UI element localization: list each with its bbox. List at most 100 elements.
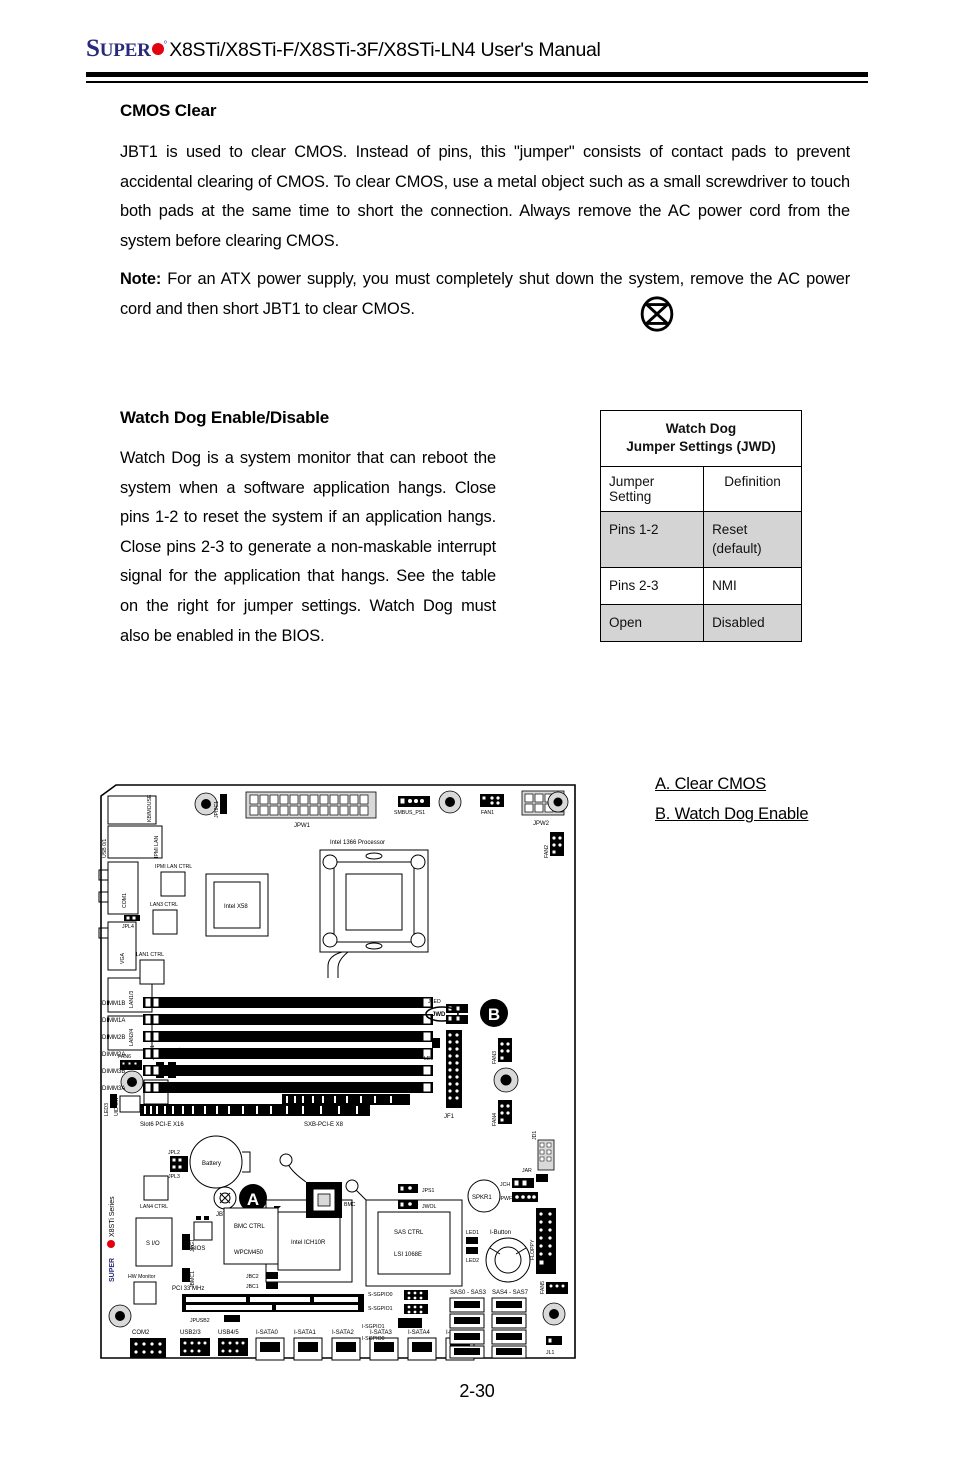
svg-text:IPMI LAN CTRL: IPMI LAN CTRL bbox=[155, 864, 192, 870]
svg-text:JF1: JF1 bbox=[444, 1114, 455, 1120]
svg-text:JPL3: JPL3 bbox=[168, 1174, 180, 1180]
svg-text:COM1: COM1 bbox=[122, 893, 128, 908]
connector-usb45: USB4/5 bbox=[218, 1330, 248, 1356]
svg-text:JWD: JWD bbox=[432, 1012, 446, 1018]
component-battery: Battery bbox=[189, 1135, 251, 1189]
chip-sas-ctrl: SAS CTRL LSI 1068E bbox=[345, 1179, 463, 1287]
connector-jled-jwd: JLED JWD bbox=[425, 999, 468, 1024]
connector-jpw1: JPW1 bbox=[245, 791, 377, 829]
svg-text:WPCM450: WPCM450 bbox=[234, 1250, 264, 1256]
svg-text:JL1: JL1 bbox=[546, 1350, 554, 1356]
svg-text:FAN2: FAN2 bbox=[544, 845, 550, 858]
page-title: X8STi/X8STi-F/X8STi-3F/X8STi-LN4 User's … bbox=[169, 39, 601, 61]
uid-button bbox=[119, 1095, 141, 1113]
table-row: Pins 1-2 Reset (default) bbox=[599, 511, 802, 568]
connector-usb23: USB2/3 bbox=[180, 1330, 210, 1356]
svg-text:VGA: VGA bbox=[120, 953, 126, 964]
dimm-slot: DIMM3A bbox=[102, 1082, 433, 1093]
hourglass-icon bbox=[640, 296, 674, 332]
svg-text:SAS CTRL: SAS CTRL bbox=[394, 1230, 424, 1236]
svg-text:I-SATA4: I-SATA4 bbox=[408, 1330, 430, 1336]
svg-text:FAN4: FAN4 bbox=[492, 1113, 498, 1126]
definition-default: (default) bbox=[712, 541, 762, 556]
motherboard-svg: .bl { fill:none; stroke:#000; stroke-wid… bbox=[98, 784, 576, 1361]
connector-fan4: FAN4 bbox=[492, 1100, 512, 1126]
connector-smbus-ps1: SMBUS_PS1 bbox=[394, 796, 430, 816]
svg-text:JBC1: JBC1 bbox=[246, 1284, 259, 1290]
connector-isata0: I-SATA0 bbox=[255, 1330, 285, 1361]
dimm-slot: DIMM3B bbox=[102, 1065, 433, 1076]
legend-item-b: B. Watch Dog Enable bbox=[655, 805, 809, 824]
svg-text:SPKR1: SPKR1 bbox=[472, 1195, 492, 1201]
svg-text:S I/O: S I/O bbox=[146, 1241, 160, 1247]
svg-text:I-SGPIO0: I-SGPIO0 bbox=[362, 1336, 385, 1342]
note-text: For an ATX power supply, you must comple… bbox=[120, 270, 850, 318]
svg-text:LAN1 CTRL: LAN1 CTRL bbox=[136, 952, 164, 958]
svg-text:KB/MOUSE: KB/MOUSE bbox=[147, 794, 153, 822]
svg-text:JPS1: JPS1 bbox=[422, 1188, 435, 1194]
connector-jpi2c1: JPI2C1 bbox=[194, 792, 227, 818]
connector-com2: COM2 bbox=[130, 1330, 166, 1358]
watchdog-heading: Watch Dog Enable/Disable bbox=[120, 408, 329, 427]
svg-text:Slot6 PCI-E X16: Slot6 PCI-E X16 bbox=[140, 1122, 184, 1128]
connector-isata3: I-SATA3 bbox=[369, 1330, 399, 1361]
svg-text:JPW2: JPW2 bbox=[533, 821, 550, 827]
logo-super-text: SUPER bbox=[86, 35, 151, 62]
svg-text:FAN3: FAN3 bbox=[492, 1051, 498, 1064]
svg-text:DIMM2A: DIMM2A bbox=[102, 1052, 125, 1058]
svg-text:LED1: LED1 bbox=[466, 1230, 479, 1236]
dimm-slot: DIMM1B bbox=[102, 997, 433, 1008]
svg-text:JPL4: JPL4 bbox=[122, 924, 134, 930]
component-i-button: I-Button bbox=[485, 1230, 531, 1283]
row-setting: Pins 2-3 bbox=[599, 567, 705, 605]
board-series-label: X8STi Series bbox=[109, 1196, 116, 1237]
component-spkr1: SPKR1 bbox=[467, 1179, 501, 1213]
logo-red-dot bbox=[151, 43, 164, 55]
svg-text:COM2: COM2 bbox=[132, 1330, 150, 1336]
svg-text:DIMM1B: DIMM1B bbox=[102, 1001, 125, 1007]
table-row: Open Disabled bbox=[599, 604, 802, 642]
svg-text:JPL2: JPL2 bbox=[168, 1150, 180, 1156]
svg-text:JLED: JLED bbox=[428, 999, 441, 1005]
svg-text:JCH: JCH bbox=[500, 1182, 510, 1188]
legend-a-label: A. Clear CMOS bbox=[655, 775, 767, 793]
connector-jps1: JPS1 bbox=[398, 1184, 435, 1194]
connector-jpl3: JPL2 JPL3 bbox=[168, 1150, 188, 1180]
svg-text:I-SATA1: I-SATA1 bbox=[294, 1330, 316, 1336]
svg-text:LSI 1068E: LSI 1068E bbox=[394, 1252, 422, 1258]
svg-text:I-SATA0: I-SATA0 bbox=[256, 1330, 278, 1336]
table-row: Pins 2-3 NMI bbox=[599, 567, 802, 605]
svg-text:DIMM3A: DIMM3A bbox=[102, 1086, 125, 1092]
column-header-setting: Jumper Setting bbox=[599, 466, 705, 512]
svg-text:LAN3 CTRL: LAN3 CTRL bbox=[150, 902, 178, 908]
svg-text:DIMM2B: DIMM2B bbox=[102, 1035, 125, 1041]
connector-jl1: JL1 bbox=[546, 1336, 562, 1356]
logo-trademark: ° bbox=[163, 39, 168, 49]
svg-text:LAN1/3: LAN1/3 bbox=[129, 991, 135, 1008]
svg-text:LAN4 CTRL: LAN4 CTRL bbox=[140, 1204, 168, 1210]
watchdog-jumper-table: Watch Dog Jumper Settings (JWD) Jumper S… bbox=[599, 410, 802, 642]
note-label: Note: bbox=[120, 270, 162, 288]
connector-jd1: JD1 bbox=[532, 1131, 555, 1171]
svg-text:HW Monitor: HW Monitor bbox=[128, 1274, 156, 1280]
board-series-brand: SUPER bbox=[109, 1258, 116, 1282]
svg-text:Intel X58: Intel X58 bbox=[224, 904, 248, 910]
connector-jf1: JF1 bbox=[444, 1030, 462, 1120]
header-rule-thick bbox=[86, 72, 868, 77]
watchdog-paragraph: Watch Dog is a system monitor that can r… bbox=[120, 449, 496, 645]
chip-s-io: S I/O bbox=[135, 1217, 173, 1267]
svg-text:I-SATA2: I-SATA2 bbox=[332, 1330, 354, 1336]
motherboard-diagram: .bl { fill:none; stroke:#000; stroke-wid… bbox=[98, 782, 578, 1362]
table-header-row: Jumper Setting Definition bbox=[599, 466, 802, 512]
svg-text:JD1: JD1 bbox=[532, 1131, 538, 1140]
chip-lan1-ctrl bbox=[139, 959, 165, 985]
row-setting: Open bbox=[599, 604, 705, 642]
svg-text:LED2: LED2 bbox=[466, 1258, 479, 1264]
chip-ipmi-lan-ctrl bbox=[160, 871, 186, 897]
svg-text:BMC CTRL: BMC CTRL bbox=[234, 1224, 265, 1230]
chip-bmc-ctrl: BMC CTRL WPCM450 bbox=[223, 1207, 279, 1265]
svg-text:IPMI LAN: IPMI LAN bbox=[154, 836, 160, 858]
chip-lan3-ctrl bbox=[152, 909, 178, 935]
svg-text:JWOL: JWOL bbox=[422, 1204, 437, 1210]
svg-text:BMC: BMC bbox=[344, 1202, 356, 1208]
